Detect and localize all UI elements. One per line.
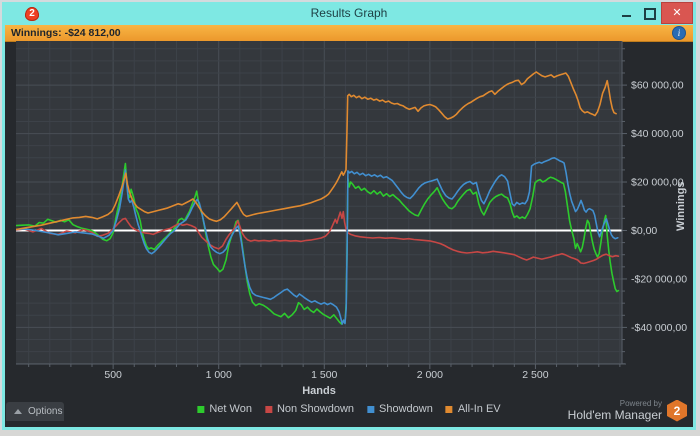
brand-name: Hold'em Manager <box>567 408 662 422</box>
desktop-edge <box>0 430 700 436</box>
legend-swatch-icon <box>367 405 375 413</box>
legend-swatch-icon <box>264 405 272 413</box>
x-tick-label: 500 <box>104 369 122 381</box>
x-axis-title: Hands <box>302 385 336 397</box>
legend-label: All-In EV <box>457 403 501 415</box>
legend-item-non-showdown[interactable]: Non Showdown <box>264 403 355 415</box>
legend-label: Showdown <box>379 403 433 415</box>
x-tick-label: 1 000 <box>206 369 232 381</box>
legend-swatch-icon <box>197 405 205 413</box>
info-icon[interactable]: i <box>673 27 685 39</box>
options-label: Options <box>28 406 63 417</box>
winnings-banner: Winnings: -$24 812,00 i <box>5 25 693 42</box>
options-button[interactable]: Options <box>6 402 64 421</box>
legend: Net Won Non Showdown Showdown All-In EV <box>197 403 501 415</box>
title-bar[interactable]: 2 Results Graph ✕ <box>5 2 693 25</box>
results-chart: 500 1 000 1 500 2 000 2 500 $60 000,00 $40 000… <box>16 41 687 397</box>
y-tick-label: $0,00 <box>631 225 657 237</box>
close-button[interactable]: ✕ <box>661 2 693 24</box>
legend-item-all-in-ev[interactable]: All-In EV <box>445 403 501 415</box>
winnings-value: -$24 812,00 <box>64 27 121 39</box>
x-tick-label: 2 500 <box>522 369 548 381</box>
y-axis-title: Winnings <box>675 182 687 231</box>
legend-swatch-icon <box>445 405 453 413</box>
maximize-button[interactable] <box>639 2 661 24</box>
minimize-button[interactable] <box>617 2 639 24</box>
y-tick-label: -$40 000,00 <box>631 322 687 334</box>
hm2-brand-icon: 2 <box>667 399 687 422</box>
winnings-label: Winnings: <box>11 27 62 39</box>
y-tick-label: $60 000,00 <box>631 80 684 92</box>
powered-by-label: Powered by <box>619 399 662 408</box>
results-graph-window: 2 Results Graph ✕ Winnings: -$24 812,00 … <box>2 2 696 430</box>
y-tick-label: $40 000,00 <box>631 128 684 140</box>
window-title: Results Graph <box>310 6 388 20</box>
legend-item-showdown[interactable]: Showdown <box>367 403 433 415</box>
x-tick-label: 2 000 <box>417 369 443 381</box>
legend-label: Non Showdown <box>276 403 355 415</box>
winnings-summary: Winnings: -$24 812,00 <box>11 27 121 39</box>
maximize-icon <box>644 8 656 20</box>
chevron-up-icon <box>14 409 22 414</box>
legend-label: Net Won <box>209 403 252 415</box>
minimize-icon <box>622 15 631 17</box>
x-tick-label: 1 500 <box>311 369 337 381</box>
y-tick-label: -$20 000,00 <box>631 273 687 285</box>
powered-by-block: Powered by Hold'em Manager 2 <box>568 399 687 422</box>
legend-item-net-won[interactable]: Net Won <box>197 403 252 415</box>
